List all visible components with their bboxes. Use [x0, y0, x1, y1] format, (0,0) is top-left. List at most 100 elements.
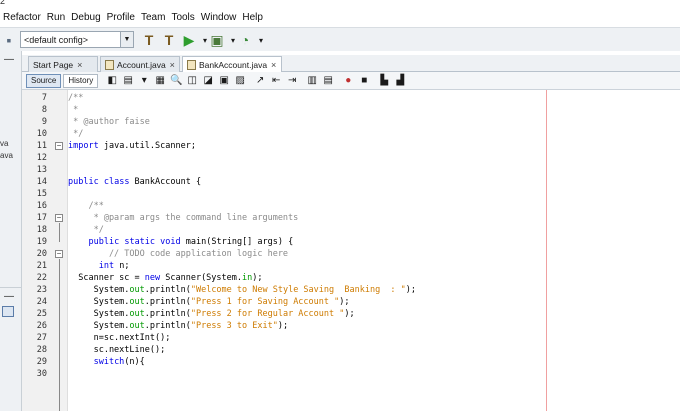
menu-tools[interactable]: Tools [168, 12, 197, 23]
profile-dropdown-icon[interactable]: ▾ [252, 31, 270, 49]
code-line: switch(n){ [93, 357, 145, 367]
line-number: 15 [36, 189, 47, 199]
line-number: 28 [36, 345, 47, 355]
stop-macro-icon[interactable]: ● [342, 75, 354, 87]
config-select-value: <default config> [24, 34, 89, 45]
projects-panel: — va ava — [0, 51, 22, 411]
line-number: 22 [36, 273, 47, 283]
line-number: 12 [36, 153, 47, 163]
config-select[interactable]: <default config> ▼ [20, 31, 134, 48]
menu-bar: Refactor Run Debug Profile Team Tools Wi… [0, 8, 680, 27]
forward-icon[interactable]: ▤ [122, 75, 134, 87]
back-icon[interactable]: ◧ [106, 75, 118, 87]
menu-refactor[interactable]: Refactor [0, 12, 44, 23]
chevron-down-icon[interactable]: ▼ [120, 32, 133, 47]
clean-build-icon[interactable]: T [160, 31, 178, 49]
project-file-label[interactable]: ava [0, 151, 13, 160]
line-number: 27 [36, 333, 47, 343]
code-line: * @param args the command line arguments [68, 213, 299, 223]
line-number: 30 [36, 369, 47, 379]
find-previous-icon[interactable]: ◫ [186, 75, 198, 87]
menu-debug[interactable]: Debug [68, 12, 103, 23]
shift-left-icon[interactable]: ⇤ [270, 75, 282, 87]
java-file-icon [105, 59, 114, 70]
code-line: sc.nextLine(); [68, 345, 166, 355]
line-number: 14 [36, 177, 47, 187]
line-number: 7 [41, 93, 47, 103]
menu-profile[interactable]: Profile [104, 12, 138, 23]
editor-toolbar: Source History ◧ ▤ ▾ ▦ 🔍 ◫ ◪ ▣ ▨ ↗ ⇤ ⇥ ▥… [22, 72, 680, 90]
line-number: 21 [36, 261, 47, 271]
line-number [27, 392, 47, 404]
tab-label: Start Page [33, 59, 74, 70]
editor-tabs: Start Page × Account.java × BankAccount.… [22, 55, 680, 73]
menu-team[interactable]: Team [138, 12, 168, 23]
code-line: // TODO code application logic here [68, 249, 289, 259]
line-number: 11 [36, 141, 47, 151]
menu-help[interactable]: Help [239, 12, 266, 23]
panel-divider [0, 287, 22, 288]
code-line: public static void main(String[] args) { [88, 237, 294, 247]
code-line: System.out.println("Press 2 for Regular … [68, 309, 355, 319]
code-line: System.out.println("Welcome to New Style… [68, 285, 417, 295]
shift-right-icon[interactable]: ⇥ [286, 75, 298, 87]
minimize-icon[interactable]: — [2, 292, 16, 304]
navigator-icon[interactable] [2, 306, 14, 317]
close-icon[interactable]: × [170, 60, 175, 70]
code-line: System.out.println("Press 3 to Exit"); [68, 321, 289, 331]
tab-account-java[interactable]: Account.java × [100, 56, 180, 72]
line-number: 9 [41, 117, 47, 127]
line-number: 20 [36, 249, 47, 259]
line-number: 26 [36, 321, 47, 331]
code-line: /** [68, 201, 104, 211]
tab-label: BankAccount.java [199, 60, 268, 70]
diff-icon[interactable]: ▙ [378, 75, 390, 87]
fold-toggle-icon[interactable]: − [55, 142, 63, 150]
menu-run[interactable]: Run [44, 12, 68, 23]
history-dropdown-icon[interactable]: ▾ [138, 75, 150, 87]
source-tab-button[interactable]: Source [26, 73, 62, 88]
line-number: 25 [36, 309, 47, 319]
fold-guide [59, 223, 60, 242]
menu-window[interactable]: Window [198, 12, 240, 23]
toggle-highlight-icon[interactable]: ▨ [234, 75, 246, 87]
line-number: 13 [36, 165, 47, 175]
fold-guide [59, 259, 60, 411]
code-line: */ [68, 225, 104, 235]
line-number: 29 [36, 357, 47, 367]
line-number: 19 [36, 237, 47, 247]
close-icon[interactable]: × [77, 60, 82, 70]
line-number [27, 380, 47, 392]
project-file-label[interactable]: va [0, 139, 8, 148]
find-next-icon[interactable]: ◪ [202, 75, 214, 87]
line-number: 17 [36, 213, 47, 223]
code-line: Scanner sc = new Scanner(System.in); [68, 273, 263, 283]
history-tab-button[interactable]: History [63, 73, 99, 88]
bookmark-icon[interactable]: ↗ [254, 75, 266, 87]
code-line: * [68, 105, 79, 115]
line-number: 18 [36, 225, 47, 235]
code-line: * @author faise [68, 117, 150, 127]
find-selection-icon[interactable]: ▣ [218, 75, 230, 87]
line-number: 24 [36, 297, 47, 307]
minimize-icon[interactable]: — [2, 55, 16, 67]
tab-start-page[interactable]: Start Page × [28, 56, 98, 72]
title-bar: 2 [0, 0, 680, 8]
previous-icon[interactable]: ▦ [154, 75, 166, 87]
comment-icon[interactable]: ▥ [306, 75, 318, 87]
hammer-icon[interactable]: T [140, 31, 158, 49]
fold-toggle-icon[interactable]: − [55, 250, 63, 258]
right-margin-line [546, 90, 547, 411]
record-macro-icon[interactable]: ■ [358, 75, 370, 87]
uncomment-icon[interactable]: ▤ [322, 75, 334, 87]
chart-icon[interactable]: ▟ [394, 75, 406, 87]
tab-label: Account.java [117, 59, 166, 70]
close-icon[interactable]: × [271, 60, 276, 70]
tab-bankaccount-java[interactable]: BankAccount.java × [182, 56, 282, 73]
code-line: import java.util.Scanner; [68, 141, 196, 151]
fold-toggle-icon[interactable]: − [55, 214, 63, 222]
code-editor[interactable]: /** * * @author faise */ import java.uti… [68, 90, 680, 411]
folder-icon[interactable]: ▪ [0, 31, 18, 49]
line-number: 23 [36, 285, 47, 295]
find-icon[interactable]: 🔍 [170, 75, 182, 87]
